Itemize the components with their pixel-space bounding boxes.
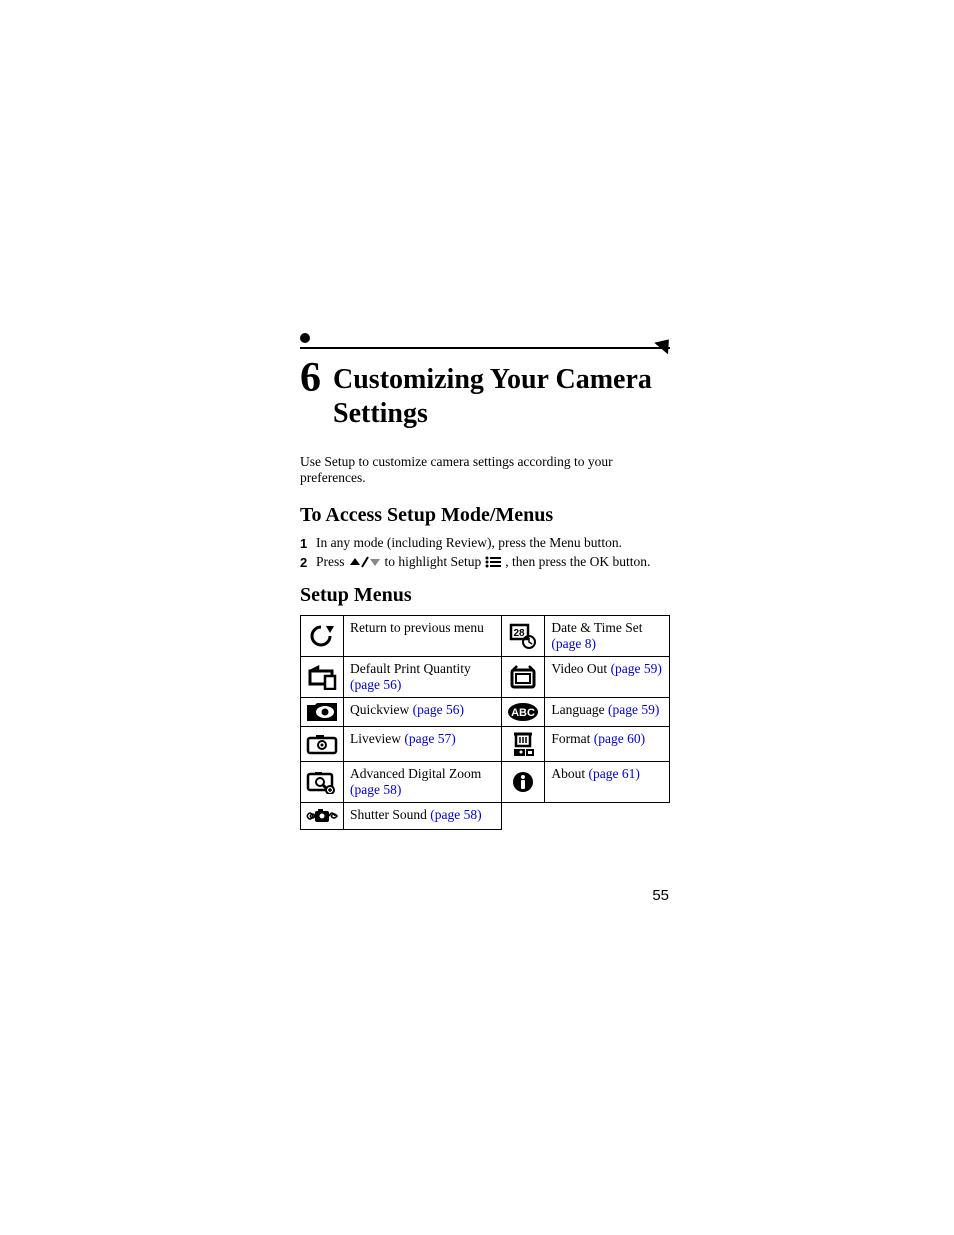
return-icon xyxy=(301,616,344,657)
video-out-label: Video Out (page 59) xyxy=(545,657,670,698)
setup-menus-table: Return to previous menu 28 Date & Time S… xyxy=(300,615,670,830)
chapter-title: Customizing Your Camera Settings xyxy=(333,363,670,430)
format-icon xyxy=(502,727,545,762)
about-label: About (page 61) xyxy=(545,762,670,803)
digital-zoom-icon xyxy=(301,762,344,803)
rule-arrow-icon xyxy=(654,334,676,355)
return-label: Return to previous menu xyxy=(344,616,502,657)
page-link[interactable]: (page 59) xyxy=(611,661,662,676)
shutter-sound-icon xyxy=(301,803,344,830)
page-link[interactable]: (page 57) xyxy=(404,731,455,746)
empty-cell xyxy=(545,803,670,830)
table-row: Default Print Quantity (page 56) Video O… xyxy=(301,657,670,698)
step-number: 2 xyxy=(300,555,316,570)
liveview-label: Liveview (page 57) xyxy=(344,727,502,762)
page-link[interactable]: (page 60) xyxy=(594,731,645,746)
step-text: Press to highlight Setup , then press th… xyxy=(316,554,650,570)
date-time-icon: 28 xyxy=(502,616,545,657)
digital-zoom-label: Advanced Digital Zoom (page 58) xyxy=(344,762,502,803)
empty-cell xyxy=(502,803,545,830)
language-label: Language (page 59) xyxy=(545,698,670,727)
about-icon xyxy=(502,762,545,803)
step-text: In any mode (including Review), press th… xyxy=(316,535,622,551)
step-2-c: , then press the OK button. xyxy=(505,554,650,570)
page-link[interactable]: (page 58) xyxy=(430,807,481,822)
liveview-icon xyxy=(301,727,344,762)
table-row: Quickview (page 56) ABC Language (page 5… xyxy=(301,698,670,727)
print-quantity-label: Default Print Quantity (page 56) xyxy=(344,657,502,698)
table-row: Return to previous menu 28 Date & Time S… xyxy=(301,616,670,657)
page-link[interactable]: (page 56) xyxy=(350,677,401,692)
page-link[interactable]: (page 56) xyxy=(413,702,464,717)
table-row: Shutter Sound (page 58) xyxy=(301,803,670,830)
page-link[interactable]: (page 61) xyxy=(589,766,640,781)
quickview-label: Quickview (page 56) xyxy=(344,698,502,727)
rule-line xyxy=(300,347,670,349)
table-row: Liveview (page 57) Format (page 60) xyxy=(301,727,670,762)
page-content: 6 Customizing Your Camera Settings Use S… xyxy=(300,333,670,830)
svg-text:ABC: ABC xyxy=(511,707,535,719)
page-link[interactable]: (page 58) xyxy=(350,782,401,797)
chapter-number: 6 xyxy=(300,357,321,399)
step-2-b: to highlight Setup xyxy=(385,554,482,570)
page-link[interactable]: (page 8) xyxy=(551,636,596,651)
print-quantity-icon xyxy=(301,657,344,698)
setup-menu-icon xyxy=(484,555,502,569)
format-label: Format (page 60) xyxy=(545,727,670,762)
step-2-a: Press xyxy=(316,554,345,570)
page-number: 55 xyxy=(652,887,669,904)
step-1: 1 In any mode (including Review), press … xyxy=(300,535,670,551)
language-icon: ABC xyxy=(502,698,545,727)
chapter-header-rule xyxy=(300,333,670,351)
shutter-sound-label: Shutter Sound (page 58) xyxy=(344,803,502,830)
table-row: Advanced Digital Zoom (page 58) About (p… xyxy=(301,762,670,803)
step-number: 1 xyxy=(300,536,316,551)
rule-dot-icon xyxy=(300,333,310,343)
step-2: 2 Press to highlight Setup , then press … xyxy=(300,554,670,570)
section-access-heading: To Access Setup Mode/Menus xyxy=(300,504,670,527)
intro-paragraph: Use Setup to customize camera settings a… xyxy=(300,454,670,486)
quickview-icon xyxy=(301,698,344,727)
page-link[interactable]: (page 59) xyxy=(608,702,659,717)
date-time-label: Date & Time Set (page 8) xyxy=(545,616,670,657)
svg-text:28: 28 xyxy=(514,628,526,639)
up-down-arrows-icon xyxy=(348,555,382,569)
video-out-icon xyxy=(502,657,545,698)
section-menus-heading: Setup Menus xyxy=(300,584,670,607)
chapter-heading: 6 Customizing Your Camera Settings xyxy=(300,357,670,430)
